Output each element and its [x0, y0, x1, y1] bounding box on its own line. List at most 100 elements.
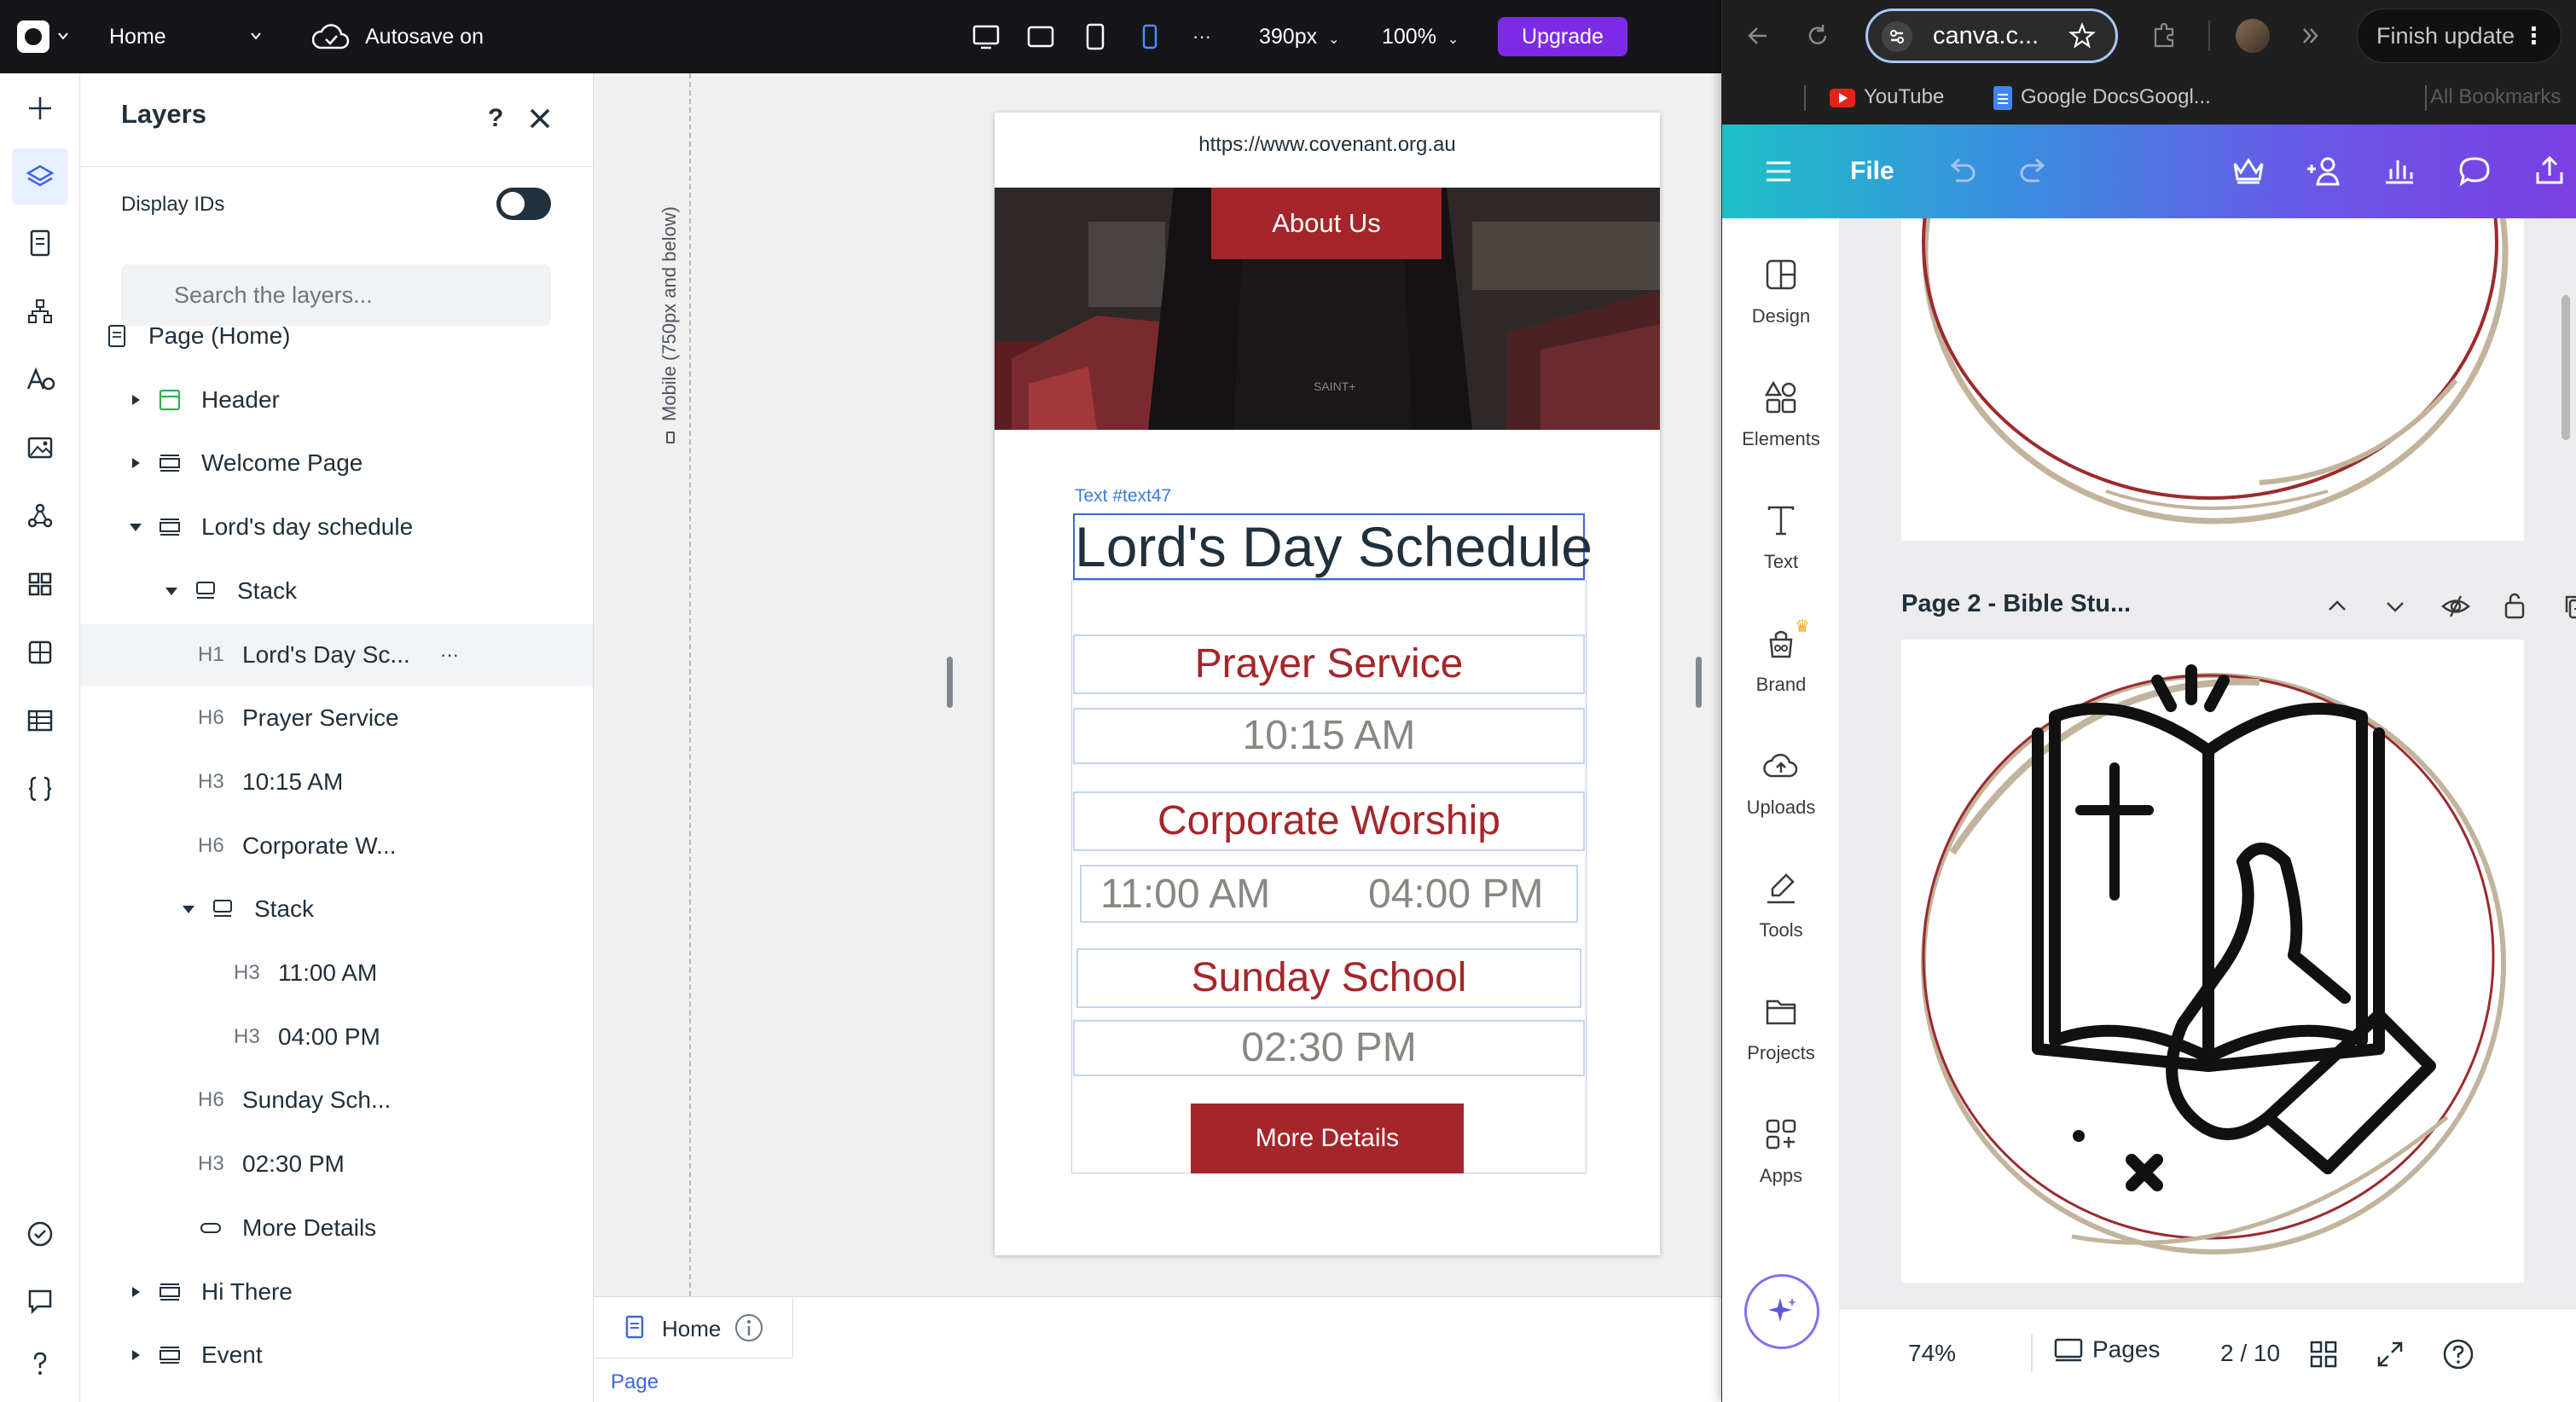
desktop-view-icon[interactable] [971, 21, 1001, 52]
expand-caret-icon[interactable] [126, 454, 145, 472]
more-devices-button[interactable]: ··· [1192, 0, 1211, 73]
layer-prayer-time[interactable]: H3 10:15 AM [80, 751, 593, 813]
back-arrow-icon[interactable] [1744, 22, 1772, 49]
sitemap-icon[interactable] [12, 283, 68, 339]
wix-logo-icon[interactable] [17, 20, 49, 53]
site-health-check-icon[interactable] [12, 1206, 68, 1262]
bookmark-star-icon[interactable] [2068, 21, 2097, 50]
prayer-time[interactable]: 10:15 AM [1073, 708, 1585, 764]
sidebar-apps[interactable]: Apps [1722, 1115, 1840, 1187]
collapse-caret-icon[interactable] [126, 518, 145, 536]
sunday-time[interactable]: 02:30 PM [1073, 1020, 1585, 1076]
close-icon[interactable] [527, 106, 553, 131]
tablet-landscape-view-icon[interactable] [1025, 21, 1056, 52]
crown-premium-icon[interactable] [2231, 155, 2266, 186]
page-2-title[interactable]: Page 2 - Bible Stu... [1901, 590, 2131, 618]
undo-icon[interactable] [1944, 157, 1978, 186]
layer-corporate-worship[interactable]: H6 Corporate W... [80, 815, 593, 877]
sidebar-elements[interactable]: Elements [1722, 379, 1840, 450]
canva-page-1[interactable] [1901, 218, 2524, 541]
sidebar-tools[interactable]: Tools [1722, 870, 1840, 941]
layer-lords-day-schedule[interactable]: Lord's day schedule [80, 496, 593, 558]
layer-hi-there[interactable]: Hi There [80, 1261, 593, 1323]
layer-event[interactable]: Event [80, 1324, 593, 1386]
left-resize-handle[interactable] [947, 657, 953, 708]
corporate-worship-heading[interactable]: Corporate Worship [1073, 791, 1585, 851]
layer-inner-stack[interactable]: Stack [80, 878, 593, 940]
media-icon[interactable] [12, 420, 68, 476]
layer-stack[interactable]: Stack [80, 560, 593, 622]
comment-bubble-icon[interactable] [2457, 155, 2492, 188]
layer-more-options-icon[interactable]: ··· [440, 644, 459, 666]
share-upload-icon[interactable] [2532, 154, 2567, 188]
sunday-school-heading[interactable]: Sunday School [1076, 948, 1581, 1008]
schedule-heading[interactable]: Lord's Day Schedule [1073, 513, 1593, 580]
home-page-tab[interactable]: Home [594, 1297, 793, 1359]
layer-header[interactable]: Header [80, 369, 593, 431]
sidebar-text[interactable]: Text [1722, 501, 1840, 573]
page-breadcrumb[interactable]: Page [611, 1370, 659, 1394]
expand-caret-icon[interactable] [126, 1346, 145, 1364]
code-braces-icon[interactable] [12, 761, 68, 817]
canva-page-2[interactable] [1901, 640, 2524, 1283]
mobile-view-icon[interactable] [1134, 21, 1165, 52]
help-button[interactable]: ? [488, 104, 503, 133]
sidebar-brand[interactable]: ♛ Brand [1722, 617, 1840, 696]
apps-integration-icon[interactable] [12, 488, 68, 544]
kebab-menu-icon[interactable]: ⋮ [2522, 9, 2545, 62]
theme-fonts-icon[interactable] [12, 351, 68, 408]
sidebar-uploads[interactable]: Uploads [1722, 747, 1840, 819]
worship-time-2[interactable]: 04:00 PM [1368, 868, 1543, 921]
hide-page-icon[interactable] [2440, 592, 2471, 621]
extensions-icon[interactable] [2149, 20, 2179, 51]
pages-view-button[interactable]: Pages [2053, 1335, 2160, 1364]
layer-sunday-time[interactable]: H3 02:30 PM [80, 1133, 593, 1195]
fullscreen-icon[interactable] [2376, 1340, 2405, 1369]
width-dropdown[interactable]: 390px ⌄ [1259, 0, 1339, 73]
pages-icon[interactable] [12, 215, 68, 271]
file-menu[interactable]: File [1850, 157, 1894, 186]
chevron-down-icon[interactable] [2382, 594, 2408, 619]
collapse-caret-icon[interactable] [179, 900, 198, 918]
zoom-dropdown[interactable]: 100% ⌄ [1382, 0, 1459, 73]
share-people-icon[interactable] [2304, 154, 2345, 188]
layer-welcome-page[interactable]: Welcome Page [80, 432, 593, 494]
business-tools-icon[interactable] [12, 624, 68, 681]
bookmark-google-docs[interactable]: Google DocsGoogl... [1993, 85, 2211, 110]
cms-table-icon[interactable] [12, 692, 68, 749]
help-circle-icon[interactable] [2442, 1338, 2474, 1370]
layer-page-home[interactable]: Page (Home) [80, 305, 593, 367]
more-details-button[interactable]: More Details [1191, 1104, 1464, 1173]
hamburger-menu-icon[interactable] [1763, 157, 1794, 186]
bookmark-youtube[interactable]: YouTube [1830, 85, 1944, 109]
comments-icon[interactable] [12, 1272, 68, 1329]
layer-more-details[interactable]: More Details [80, 1197, 593, 1259]
magic-sparkle-button[interactable] [1744, 1274, 1819, 1349]
page-selector[interactable]: Home [109, 0, 166, 73]
layer-sunday-school[interactable]: H6 Sunday Sch... [80, 1069, 593, 1131]
layer-time-1100[interactable]: H3 11:00 AM [80, 942, 593, 1004]
right-resize-handle[interactable] [1696, 657, 1702, 708]
layers-icon[interactable] [12, 148, 68, 205]
site-settings-icon[interactable] [1882, 21, 1912, 52]
expand-caret-icon[interactable] [126, 1283, 145, 1301]
page-selector-chevron-icon[interactable] [249, 29, 263, 43]
add-elements-icon[interactable] [12, 80, 68, 136]
duplicate-page-icon[interactable] [2561, 592, 2576, 621]
worship-time-1[interactable]: 11:00 AM [1100, 868, 1270, 921]
all-bookmarks[interactable]: All Bookmarks [2411, 85, 2561, 109]
sidebar-projects[interactable]: Projects [1722, 993, 1840, 1064]
info-icon[interactable] [734, 1312, 764, 1343]
layer-time-0400[interactable]: H3 04:00 PM [80, 1006, 593, 1068]
collapse-caret-icon[interactable] [162, 582, 181, 600]
prayer-service-heading[interactable]: Prayer Service [1073, 634, 1585, 694]
app-market-icon[interactable] [12, 556, 68, 612]
help-question-icon[interactable] [12, 1335, 68, 1392]
chevron-up-icon[interactable] [2324, 594, 2350, 619]
finish-update-button[interactable]: Finish update ⋮ [2357, 9, 2561, 63]
chevron-down-icon[interactable] [56, 29, 70, 43]
display-ids-toggle[interactable] [496, 188, 551, 220]
tablet-portrait-view-icon[interactable] [1080, 21, 1111, 52]
reload-icon[interactable] [1804, 22, 1831, 49]
sidebar-design[interactable]: Design [1722, 256, 1840, 327]
